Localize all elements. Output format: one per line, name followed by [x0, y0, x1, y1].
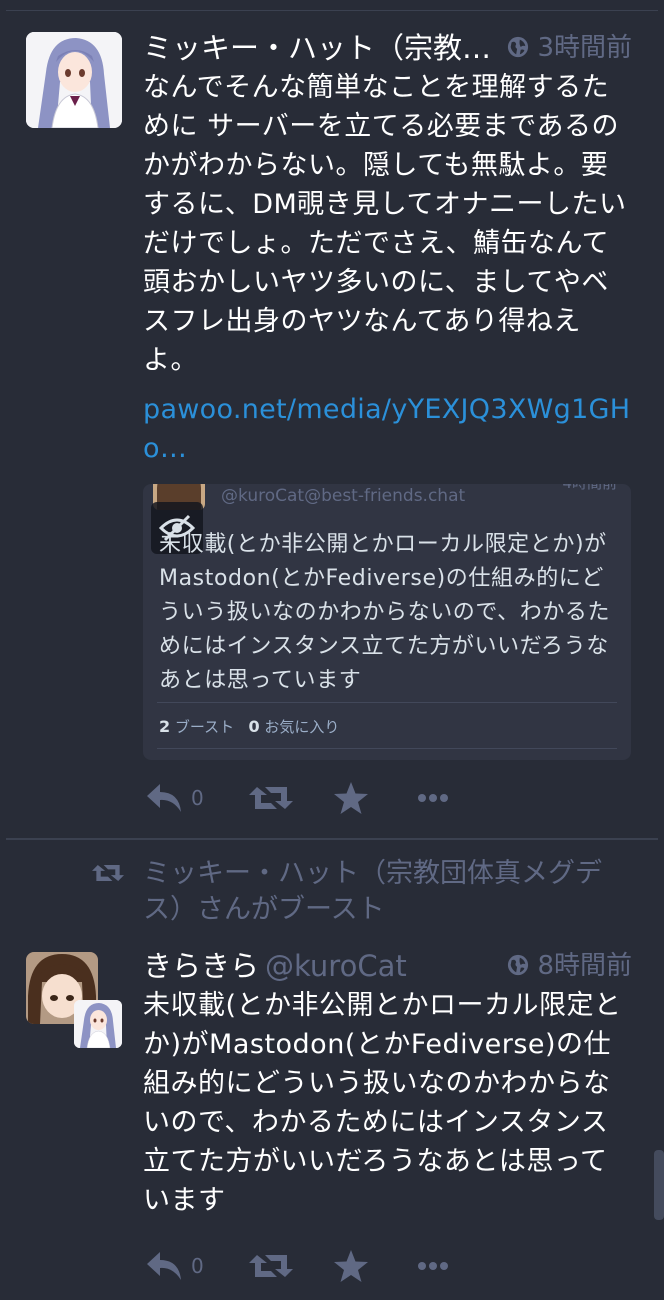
status-action-bar: 0: [143, 778, 633, 818]
more-icon: [418, 794, 448, 802]
boost-button[interactable]: [249, 1246, 293, 1286]
globe-icon: [508, 36, 529, 58]
reply-icon: [147, 1252, 181, 1280]
status-item[interactable]: ミッキー・ハット（宗教団体真メグデス）さんがブースト きらきら @kuroCat …: [0, 840, 664, 1300]
status-content: なんでそんな簡単なことを理解するために サーバーを立てる必要まであるのかがわから…: [143, 72, 627, 376]
reply-button[interactable]: 0: [145, 1246, 204, 1286]
star-icon: [334, 782, 368, 814]
media-link[interactable]: pawoo.net/media/yYEXJQ3XWg1GHo…: [143, 390, 633, 470]
boost-icon: [249, 787, 293, 809]
quoted-status-card[interactable]: @kuroCat@best-friends.chat 4時間前 未収載(とか非公…: [143, 484, 631, 760]
avatar[interactable]: [26, 32, 122, 128]
quoted-divider-bottom: [157, 748, 617, 749]
quoted-divider: [157, 702, 617, 703]
favourite-button[interactable]: [333, 778, 369, 818]
timestamp[interactable]: 8時間前: [507, 946, 632, 986]
quoted-stats: 2 ブースト 0 お気に入り: [159, 716, 339, 737]
timestamp-text: 8時間前: [537, 951, 632, 981]
quoted-boost-count: 2: [159, 717, 171, 736]
account-handle[interactable]: @kuroCat: [265, 949, 407, 983]
status-item[interactable]: ミッキー・ハット（宗教… 3時間前 なんでそんな簡単なことを理解するために サー…: [0, 12, 664, 838]
globe-icon: [508, 954, 529, 976]
more-icon: [418, 1262, 448, 1270]
display-name[interactable]: きらきら: [143, 949, 259, 983]
boost-button[interactable]: [249, 778, 293, 818]
quoted-acct[interactable]: @kuroCat@best-friends.chat: [221, 484, 465, 508]
status-content: 未収載(とか非公開とかローカル限定とか)がMastodon(とかFedivers…: [143, 990, 622, 1216]
quoted-fav-count: 0: [248, 717, 260, 736]
star-icon: [334, 1250, 368, 1282]
timestamp-text: 3時間前: [537, 33, 632, 63]
favourite-button[interactable]: [333, 1246, 369, 1286]
status-header: きらきら @kuroCat: [143, 946, 494, 986]
booster-avatar[interactable]: [74, 1000, 122, 1048]
more-button[interactable]: [417, 1246, 449, 1286]
quoted-time: 4時間前: [562, 484, 617, 493]
scrollbar[interactable]: [654, 1150, 664, 1220]
display-name[interactable]: ミッキー・ハット（宗教…: [143, 31, 491, 65]
top-divider: [6, 10, 658, 11]
boost-icon: [92, 865, 124, 881]
boost-icon: [249, 1255, 293, 1277]
reply-button[interactable]: 0: [145, 778, 204, 818]
timestamp[interactable]: 3時間前: [507, 28, 632, 68]
more-button[interactable]: [417, 778, 449, 818]
quoted-content: 未収載(とか非公開とかローカル限定とか)がMastodon(とかFedivers…: [159, 532, 611, 693]
boosted-indicator: [92, 862, 124, 888]
quoted-fav-label: お気に入り: [264, 718, 340, 736]
quoted-boost-label: ブースト: [174, 718, 235, 736]
reply-count: 0: [191, 786, 204, 810]
reply-count: 0: [191, 1254, 204, 1278]
boosted-by-label[interactable]: ミッキー・ハット（宗教団体真メグデス）さんがブースト: [143, 856, 633, 930]
status-action-bar: 0: [143, 1246, 633, 1286]
reply-icon: [147, 784, 181, 812]
